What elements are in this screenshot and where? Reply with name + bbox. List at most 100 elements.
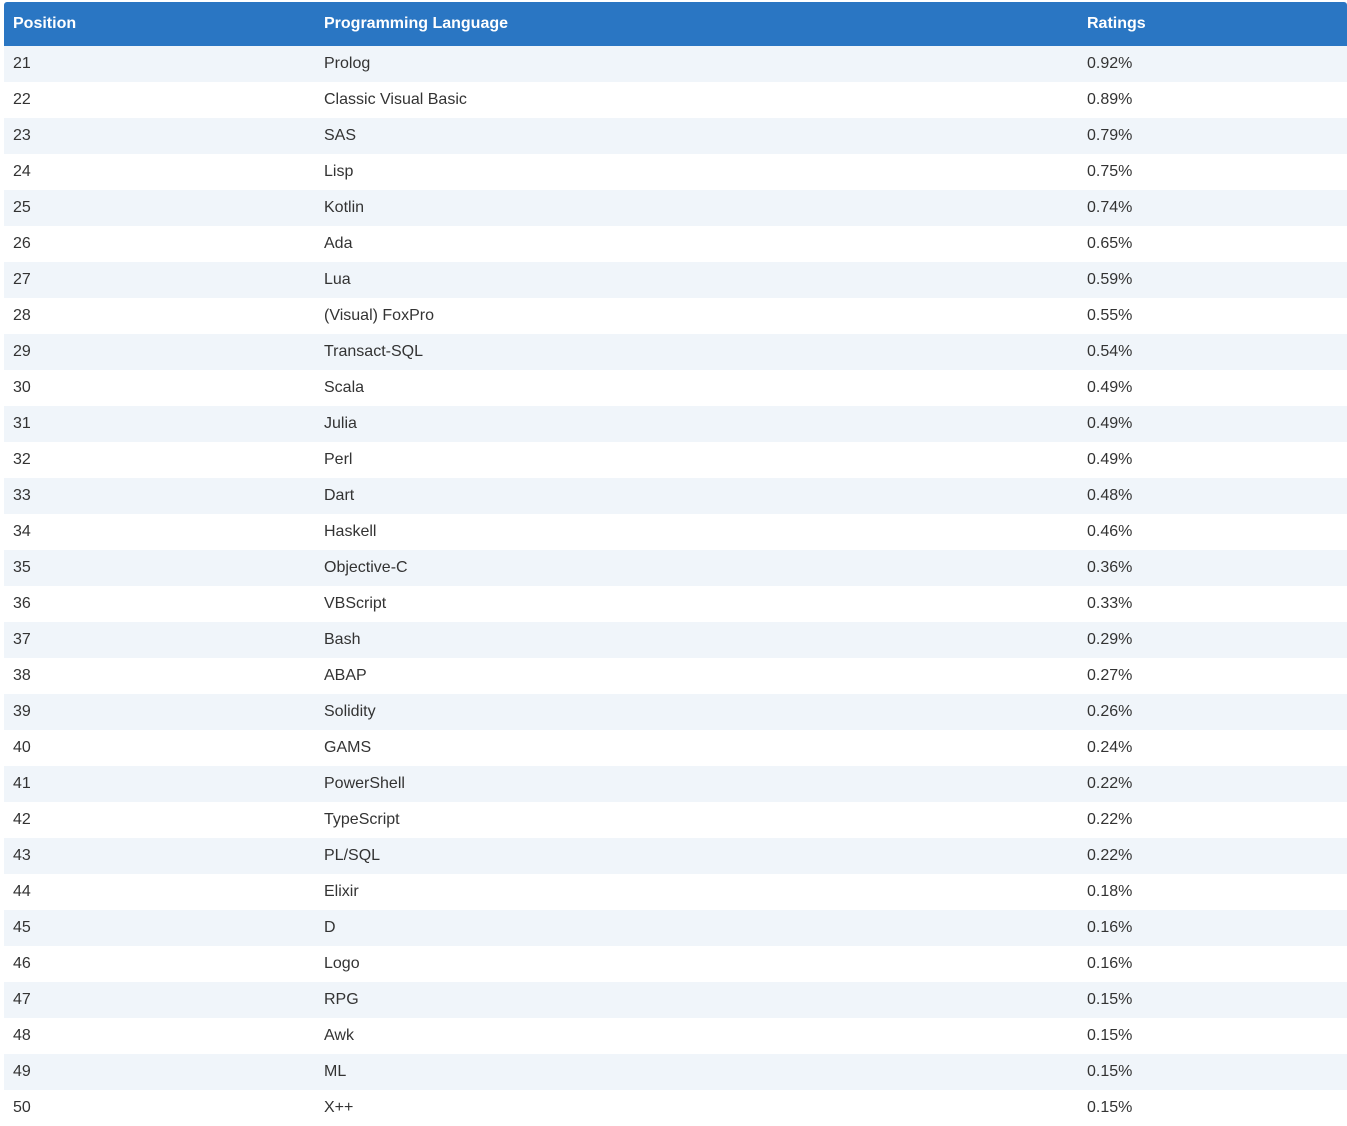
cell-language: Dart	[324, 487, 355, 504]
cell-language: ABAP	[324, 667, 367, 684]
cell-position: 36	[13, 595, 31, 612]
cell-rating: 0.22%	[1087, 811, 1133, 828]
cell-position: 28	[13, 307, 31, 324]
cell-position: 26	[13, 235, 31, 252]
cell-position: 49	[13, 1063, 31, 1080]
cell-language: Elixir	[324, 883, 359, 900]
cell-rating: 0.49%	[1087, 415, 1133, 432]
table-row: 43 PL/SQL 0.22%	[4, 838, 1347, 874]
table-body: 21 Prolog 0.92% 22 Classic Visual Basic 0.89%…	[4, 46, 1347, 1126]
table-row: 25 Kotlin 0.74%	[4, 190, 1347, 226]
cell-rating: 0.49%	[1087, 379, 1133, 396]
cell-rating: 0.16%	[1087, 955, 1133, 972]
cell-rating: 0.49%	[1087, 451, 1133, 468]
cell-rating: 0.15%	[1087, 991, 1133, 1008]
table-row: 28 (Visual) FoxPro 0.55%	[4, 298, 1347, 334]
cell-position: 48	[13, 1027, 31, 1044]
cell-position: 47	[13, 991, 31, 1008]
cell-rating: 0.22%	[1087, 847, 1133, 864]
cell-rating: 0.79%	[1087, 127, 1133, 144]
cell-language: X++	[324, 1099, 354, 1116]
cell-language: Perl	[324, 451, 353, 468]
cell-position: 41	[13, 775, 31, 792]
table-row: 42 TypeScript 0.22%	[4, 802, 1347, 838]
table-row: 27 Lua 0.59%	[4, 262, 1347, 298]
cell-language: PL/SQL	[324, 847, 381, 864]
cell-rating: 0.26%	[1087, 703, 1133, 720]
cell-position: 45	[13, 919, 31, 936]
cell-position: 27	[13, 271, 31, 288]
cell-position: 37	[13, 631, 31, 648]
table-row: 26 Ada 0.65%	[4, 226, 1347, 262]
cell-language: RPG	[324, 991, 359, 1008]
cell-rating: 0.55%	[1087, 307, 1133, 324]
cell-language: Solidity	[324, 703, 376, 720]
cell-position: 39	[13, 703, 31, 720]
cell-rating: 0.89%	[1087, 91, 1133, 108]
cell-rating: 0.33%	[1087, 595, 1133, 612]
cell-rating: 0.15%	[1087, 1027, 1133, 1044]
cell-position: 31	[13, 415, 31, 432]
table-row: 21 Prolog 0.92%	[4, 46, 1347, 82]
cell-language: Scala	[324, 379, 365, 396]
cell-language: Julia	[324, 415, 357, 432]
cell-rating: 0.15%	[1087, 1099, 1133, 1116]
language-ratings-table: Position Programming Language Ratings 21…	[4, 2, 1347, 1126]
table-row: 37 Bash 0.29%	[4, 622, 1347, 658]
cell-language: Ada	[324, 235, 353, 252]
language-ratings-table-container: Position Programming Language Ratings 21…	[4, 2, 1347, 1126]
table-row: 48 Awk 0.15%	[4, 1018, 1347, 1054]
table-row: 29 Transact-SQL 0.54%	[4, 334, 1347, 370]
cell-language: D	[324, 919, 336, 936]
table-row: 33 Dart 0.48%	[4, 478, 1347, 514]
header-programming-language: Programming Language	[324, 15, 509, 32]
cell-rating: 0.15%	[1087, 1063, 1133, 1080]
cell-rating: 0.92%	[1087, 55, 1133, 72]
table-row: 40 GAMS 0.24%	[4, 730, 1347, 766]
cell-rating: 0.18%	[1087, 883, 1133, 900]
header-position: Position	[13, 15, 77, 32]
cell-position: 43	[13, 847, 31, 864]
header-row: Position Programming Language Ratings	[4, 2, 1347, 46]
cell-rating: 0.75%	[1087, 163, 1133, 180]
table-row: 44 Elixir 0.18%	[4, 874, 1347, 910]
cell-position: 44	[13, 883, 31, 900]
cell-language: SAS	[324, 127, 357, 144]
cell-rating: 0.29%	[1087, 631, 1133, 648]
cell-rating: 0.16%	[1087, 919, 1133, 936]
cell-language: GAMS	[324, 739, 372, 756]
table-header: Position Programming Language Ratings	[4, 2, 1347, 46]
cell-rating: 0.54%	[1087, 343, 1133, 360]
table-row: 36 VBScript 0.33%	[4, 586, 1347, 622]
cell-language: Haskell	[324, 523, 377, 540]
cell-language: ML	[324, 1063, 347, 1080]
cell-position: 38	[13, 667, 31, 684]
cell-position: 50	[13, 1099, 31, 1116]
cell-language: Awk	[324, 1027, 354, 1044]
table-row: 49 ML 0.15%	[4, 1054, 1347, 1090]
cell-rating: 0.74%	[1087, 199, 1133, 216]
cell-rating: 0.48%	[1087, 487, 1133, 504]
cell-position: 23	[13, 127, 31, 144]
table-row: 46 Logo 0.16%	[4, 946, 1347, 982]
cell-language: Kotlin	[324, 199, 365, 216]
cell-position: 25	[13, 199, 31, 216]
cell-language: VBScript	[324, 595, 387, 612]
cell-position: 32	[13, 451, 31, 468]
cell-position: 33	[13, 487, 31, 504]
cell-language: Lisp	[324, 163, 354, 180]
table-row: 39 Solidity 0.26%	[4, 694, 1347, 730]
cell-position: 22	[13, 91, 31, 108]
cell-rating: 0.22%	[1087, 775, 1133, 792]
table-row: 50 X++ 0.15%	[4, 1090, 1347, 1126]
cell-rating: 0.24%	[1087, 739, 1133, 756]
table-row: 35 Objective-C 0.36%	[4, 550, 1347, 586]
cell-language: Prolog	[324, 55, 371, 72]
cell-position: 24	[13, 163, 31, 180]
cell-language: PowerShell	[324, 775, 405, 792]
table-row: 30 Scala 0.49%	[4, 370, 1347, 406]
header-ratings: Ratings	[1087, 15, 1146, 32]
cell-language: (Visual) FoxPro	[324, 307, 434, 324]
cell-position: 35	[13, 559, 31, 576]
cell-position: 40	[13, 739, 31, 756]
